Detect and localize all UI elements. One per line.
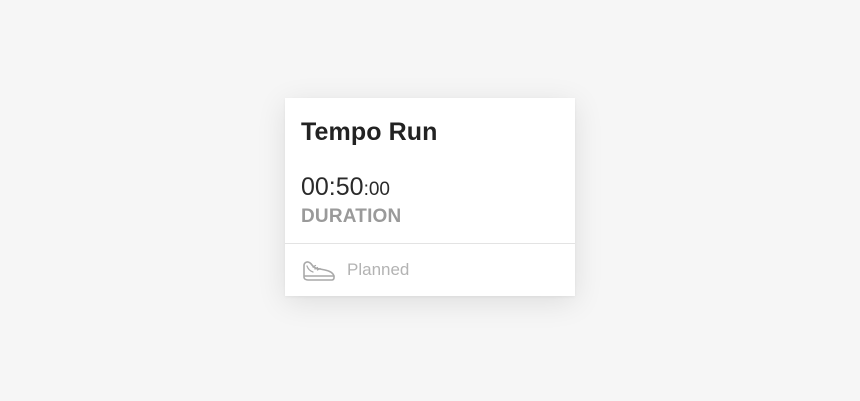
status-label: Planned [347, 260, 410, 279]
duration-seconds: :00 [363, 179, 390, 200]
card-footer: Planned [285, 244, 575, 296]
workout-title: Tempo Run [301, 118, 438, 146]
duration-value: 00:50:00 [301, 172, 390, 206]
running-shoe-icon [303, 261, 335, 281]
duration-label: DURATION [301, 206, 402, 227]
duration-main: 00:50 [301, 173, 364, 201]
workout-card[interactable]: Tempo Run 00:50:00 DURATION Planned [285, 98, 575, 296]
page: Tempo Run 00:50:00 DURATION Planned [0, 0, 860, 401]
